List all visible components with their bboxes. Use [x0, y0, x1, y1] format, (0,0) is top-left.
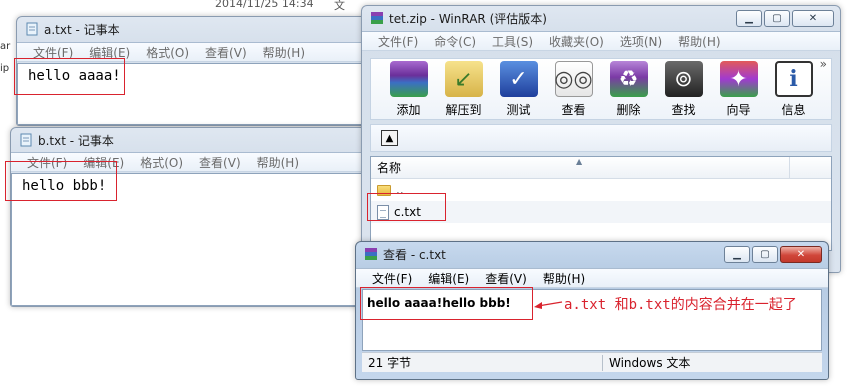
maximize-button[interactable]: ▢	[752, 246, 778, 263]
menu-view[interactable]: 查看(V)	[189, 154, 247, 171]
delete-button[interactable]: ♻ 删除	[601, 59, 656, 119]
window-title: 查看 - c.txt	[383, 247, 446, 262]
test-label: 测试	[506, 103, 531, 117]
view-button[interactable]: ◎◎ 查看	[546, 59, 601, 119]
annotation-arrow-icon	[534, 301, 563, 309]
find-button[interactable]: ⊚ 查找	[656, 59, 711, 119]
up-folder-button[interactable]: ▲	[381, 130, 398, 146]
minimize-button[interactable]: ▁	[724, 246, 750, 263]
add-button[interactable]: 添加	[381, 59, 436, 119]
minimize-button[interactable]: ▁	[736, 10, 762, 27]
background-file-list: ar ip	[0, 36, 14, 86]
highlight-box-c	[367, 193, 446, 221]
extract-icon: ↙	[444, 61, 483, 97]
test-button[interactable]: ✓ 测试	[491, 59, 546, 119]
window-title: tet.zip - WinRAR (评估版本)	[389, 11, 547, 26]
viewer-statusbar: 21 字节 Windows 文本	[362, 352, 822, 372]
info-label: 信息	[781, 103, 806, 117]
window-title: b.txt - 记事本	[38, 133, 114, 148]
extract-to-label: 解压到	[445, 103, 482, 117]
menu-format[interactable]: 格式(O)	[130, 154, 189, 171]
status-encoding: Windows 文本	[609, 356, 691, 370]
winrar-menubar: 文件(F) 命令(C) 工具(S) 收藏夹(O) 选项(N) 帮助(H)	[362, 31, 840, 51]
winrar-toolbar: 添加 ↙ 解压到 ✓ 测试 ◎◎ 查看 ♻ 删除 ⊚ 查找 ✦ 向导 i 信息	[370, 57, 832, 120]
file-ext-fragment: ar	[0, 41, 11, 52]
menu-help[interactable]: 帮助(H)	[253, 44, 311, 61]
menu-format[interactable]: 格式(O)	[136, 44, 195, 61]
sort-ascending-icon: ▲	[576, 157, 583, 166]
menu-favorites[interactable]: 收藏夹(O)	[539, 33, 610, 50]
test-icon: ✓	[499, 61, 538, 97]
menu-edit[interactable]: 编辑(E)	[418, 270, 475, 287]
wizard-label: 向导	[726, 103, 751, 117]
highlight-box-b	[5, 161, 117, 201]
menu-commands[interactable]: 命令(C)	[424, 33, 482, 50]
find-label: 查找	[671, 103, 696, 117]
file-type-fragment: 文	[334, 0, 345, 12]
view-book-icon: ◎◎	[554, 61, 593, 97]
viewer-menubar: 文件(F) 编辑(E) 查看(V) 帮助(H)	[356, 268, 828, 288]
wizard-button[interactable]: ✦ 向导	[711, 59, 766, 119]
wizard-icon: ✦	[719, 61, 758, 97]
winrar-icon	[365, 248, 377, 260]
highlight-box-a	[14, 58, 125, 95]
add-label: 添加	[396, 103, 421, 117]
menu-file[interactable]: 文件(F)	[368, 33, 424, 50]
menu-help[interactable]: 帮助(H)	[533, 270, 591, 287]
notepad-icon	[26, 22, 38, 36]
status-size: 21 字节	[368, 356, 412, 370]
delete-icon: ♻	[609, 61, 648, 97]
winrar-path-bar: ▲	[370, 124, 832, 152]
menu-view[interactable]: 查看(V)	[195, 44, 253, 61]
view-label: 查看	[561, 103, 586, 117]
toolbar-overflow-icon[interactable]: »	[820, 57, 827, 71]
menu-help[interactable]: 帮助(H)	[247, 154, 305, 171]
menu-view[interactable]: 查看(V)	[475, 270, 533, 287]
file-ext-fragment: ip	[0, 63, 10, 74]
window-title: a.txt - 记事本	[44, 22, 120, 37]
notepad-icon	[20, 133, 32, 147]
menu-tools[interactable]: 工具(S)	[482, 33, 539, 50]
menu-help[interactable]: 帮助(H)	[668, 33, 726, 50]
viewer-caption-buttons: ▁ ▢ ✕	[724, 246, 822, 263]
column-name-label: 名称	[377, 161, 402, 175]
annotation-text: a.txt 和b.txt的内容合并在一起了	[564, 297, 797, 313]
add-archive-icon	[389, 61, 428, 97]
close-button[interactable]: ✕	[792, 10, 834, 27]
winrar-caption-buttons: ▁ ▢ ✕	[736, 10, 834, 27]
info-button[interactable]: i 信息	[766, 59, 821, 119]
notepad-window-b[interactable]: b.txt - 记事本 文件(F) 编辑(E) 格式(O) 查看(V) 帮助(H…	[10, 127, 376, 307]
file-date: 2014/11/25 14:34	[215, 0, 314, 10]
menu-options[interactable]: 选项(N)	[610, 33, 668, 50]
extract-to-button[interactable]: ↙ 解压到	[436, 59, 491, 119]
highlight-box-viewer	[360, 287, 533, 320]
binoculars-icon: ⊚	[664, 61, 703, 97]
close-button[interactable]: ✕	[780, 246, 822, 263]
info-icon: i	[774, 61, 813, 97]
maximize-button[interactable]: ▢	[764, 10, 790, 27]
column-header-extra[interactable]	[789, 157, 839, 179]
notepad-a-titlebar[interactable]: a.txt - 记事本	[17, 17, 375, 41]
notepad-b-titlebar[interactable]: b.txt - 记事本	[11, 128, 375, 152]
column-header-name[interactable]: 名称 ▲	[371, 157, 831, 179]
menu-file[interactable]: 文件(F)	[362, 270, 418, 287]
delete-label: 删除	[616, 103, 641, 117]
winrar-window[interactable]: tet.zip - WinRAR (评估版本) ▁ ▢ ✕ 文件(F) 命令(C…	[361, 5, 841, 273]
winrar-icon	[371, 12, 383, 24]
